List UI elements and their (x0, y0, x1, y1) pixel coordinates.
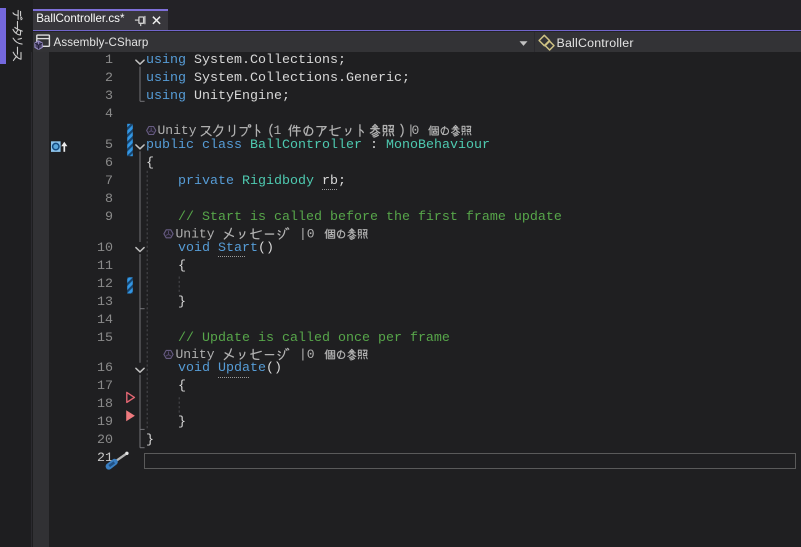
svg-text:1: 1 (274, 123, 282, 138)
svg-text:Unity: Unity (176, 226, 215, 241)
svg-text:|0: |0 (299, 226, 315, 241)
svg-text:|0: |0 (299, 347, 315, 362)
svg-text:Unity: Unity (158, 123, 197, 138)
svg-text:0: 0 (412, 123, 420, 138)
svg-text:Unity: Unity (176, 347, 215, 362)
